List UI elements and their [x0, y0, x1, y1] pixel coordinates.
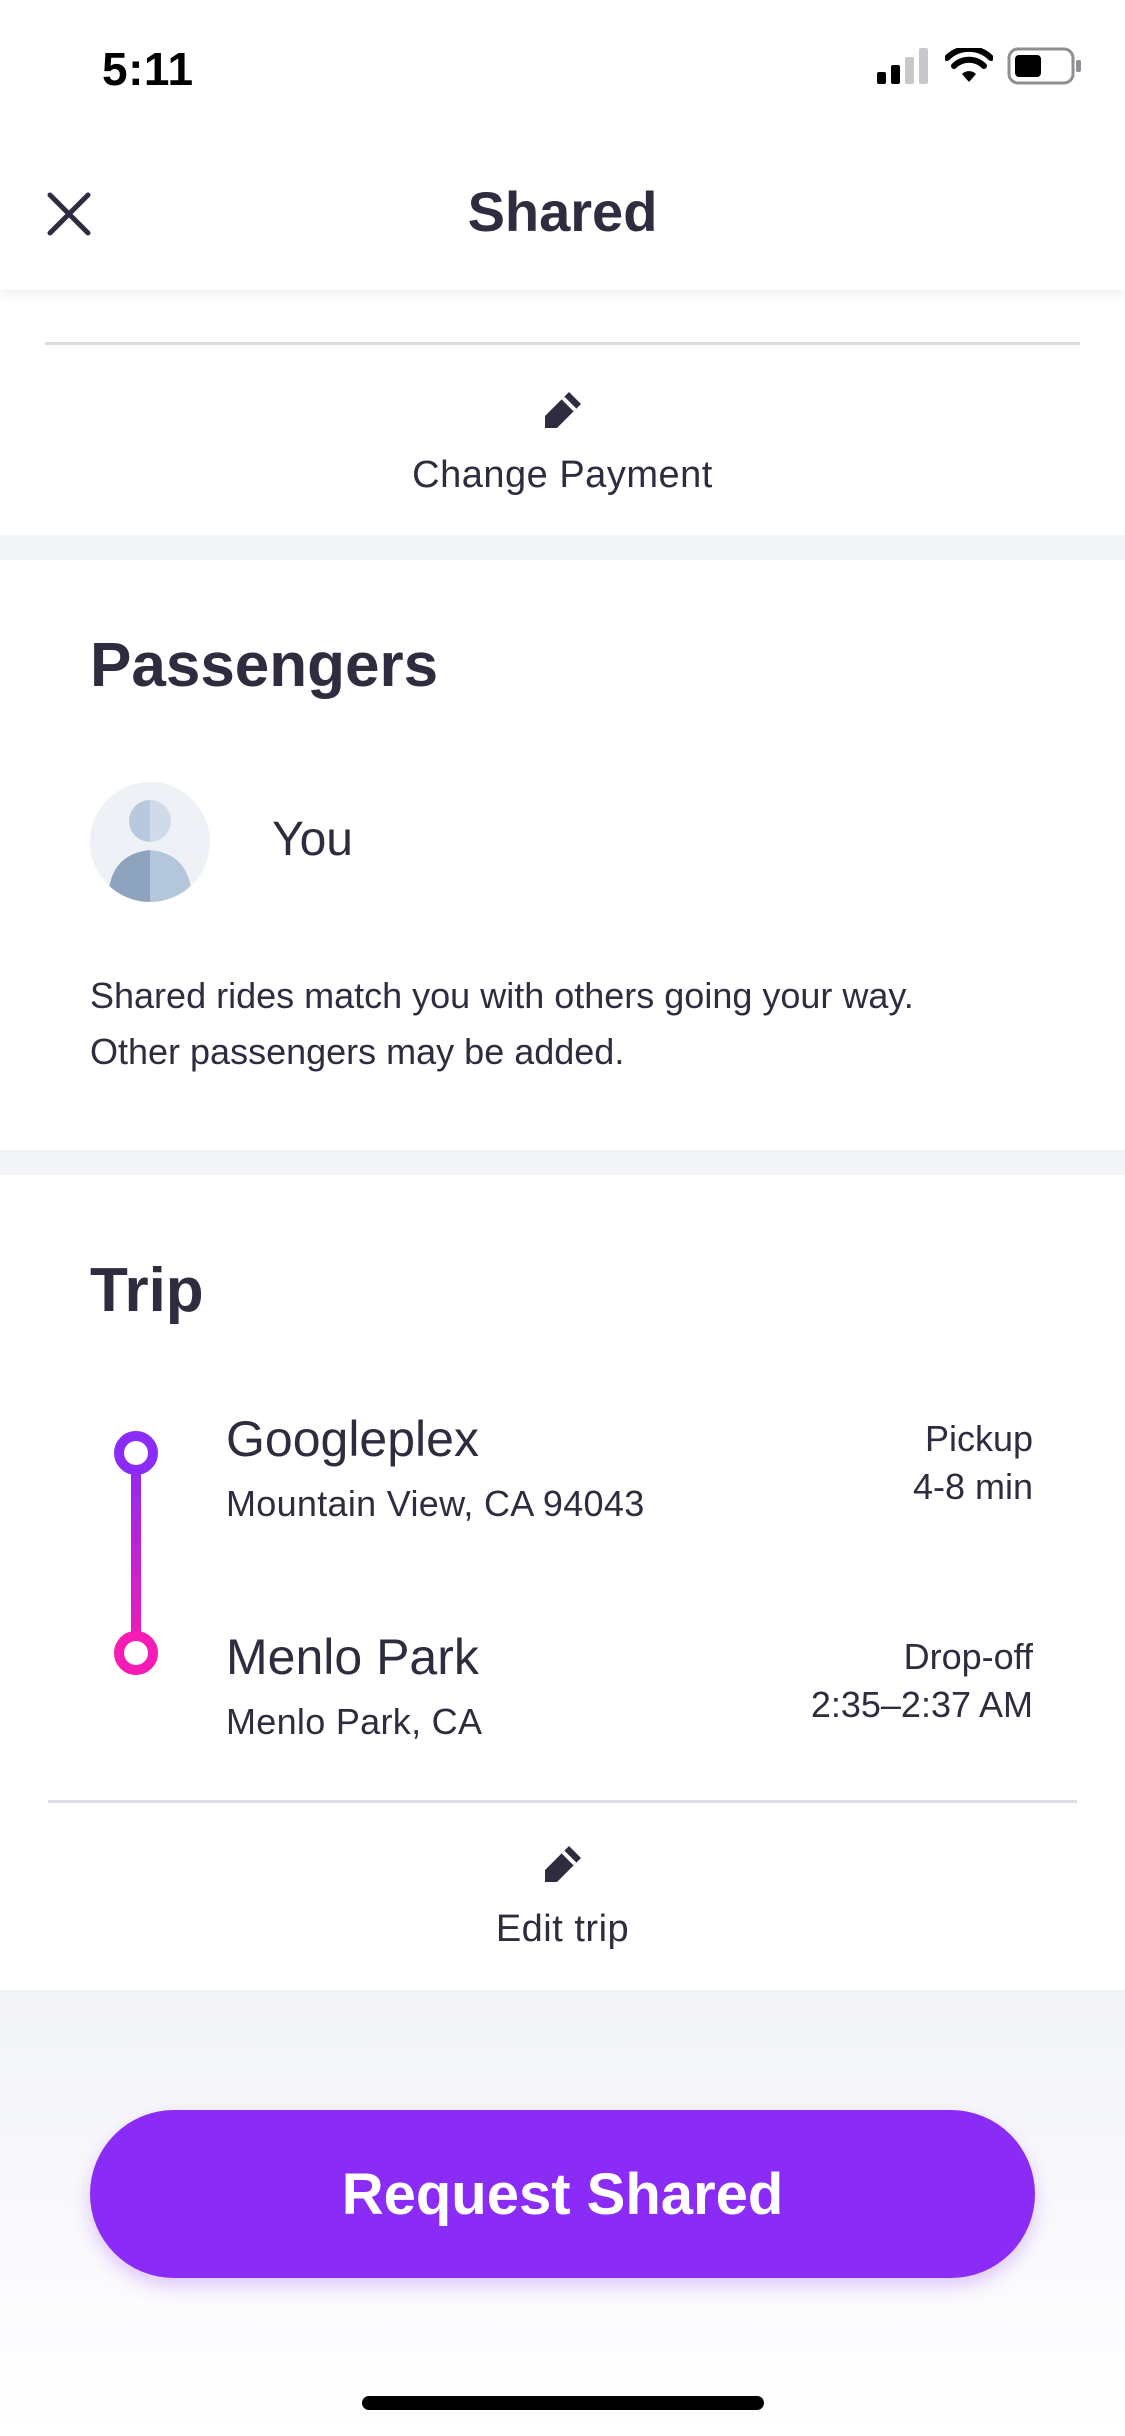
status-time: 5:11: [102, 43, 194, 95]
status-icons: [877, 45, 1083, 90]
passengers-note: Shared rides match you with others going…: [90, 968, 1040, 1080]
pickup-time: 4-8 min: [912, 1466, 1033, 1507]
payment-section: Change Payment: [0, 290, 1125, 535]
passengers-heading: Passengers: [90, 631, 439, 700]
section-separator: [0, 1150, 1125, 1175]
passengers-note-line: Shared rides match you with others going…: [90, 975, 914, 1016]
divider: [48, 1800, 1077, 1803]
status-bar: 5:11: [0, 0, 1125, 135]
dropoff-name: Menlo Park: [226, 1629, 479, 1685]
pickup-address: Mountain View, CA 94043: [226, 1483, 645, 1524]
page-title: Shared: [467, 180, 658, 243]
trip-section: Trip Googleplex Mountain View, CA 94043 …: [0, 1175, 1125, 1990]
dropoff-eta: Drop-off 2:35–2:37 AM: [811, 1633, 1033, 1729]
change-payment-button[interactable]: Change Payment: [0, 386, 1125, 497]
divider: [45, 342, 1080, 345]
change-payment-label: Change Payment: [412, 454, 713, 496]
pickup-name: Googleplex: [226, 1411, 479, 1467]
home-indicator[interactable]: [362, 2396, 764, 2410]
route-line-icon: [112, 1429, 160, 1679]
passengers-section: Passengers You Shared rides match you wi…: [0, 560, 1125, 1150]
pickup-eta: Pickup 4-8 min: [913, 1415, 1033, 1511]
passenger-name: You: [272, 813, 353, 866]
edit-trip-button[interactable]: Edit trip: [0, 1840, 1125, 1951]
pencil-icon: [539, 386, 587, 434]
cellular-signal-icon: [877, 47, 931, 89]
request-shared-button[interactable]: Request Shared: [90, 2110, 1035, 2278]
shared-ride-screen: 5:11 Shared Change Payment Passengers Yo…: [0, 0, 1125, 2436]
edit-trip-label: Edit trip: [495, 1908, 630, 1950]
dropoff-label: Drop-off: [903, 1636, 1033, 1677]
pickup-label: Pickup: [924, 1418, 1033, 1459]
wifi-icon: [944, 45, 994, 89]
battery-icon: [1007, 47, 1083, 90]
passengers-note-line: Other passengers may be added.: [90, 1031, 625, 1072]
dropoff-address: Menlo Park, CA: [226, 1701, 483, 1742]
trip-heading: Trip: [90, 1256, 204, 1325]
dropoff-time: 2:35–2:37 AM: [810, 1684, 1033, 1725]
pencil-icon: [539, 1840, 587, 1888]
bottom-bar: Request Shared: [0, 1990, 1125, 2436]
person-avatar-icon: [90, 782, 210, 902]
section-separator: [0, 535, 1125, 560]
nav-header: Shared: [0, 135, 1125, 290]
